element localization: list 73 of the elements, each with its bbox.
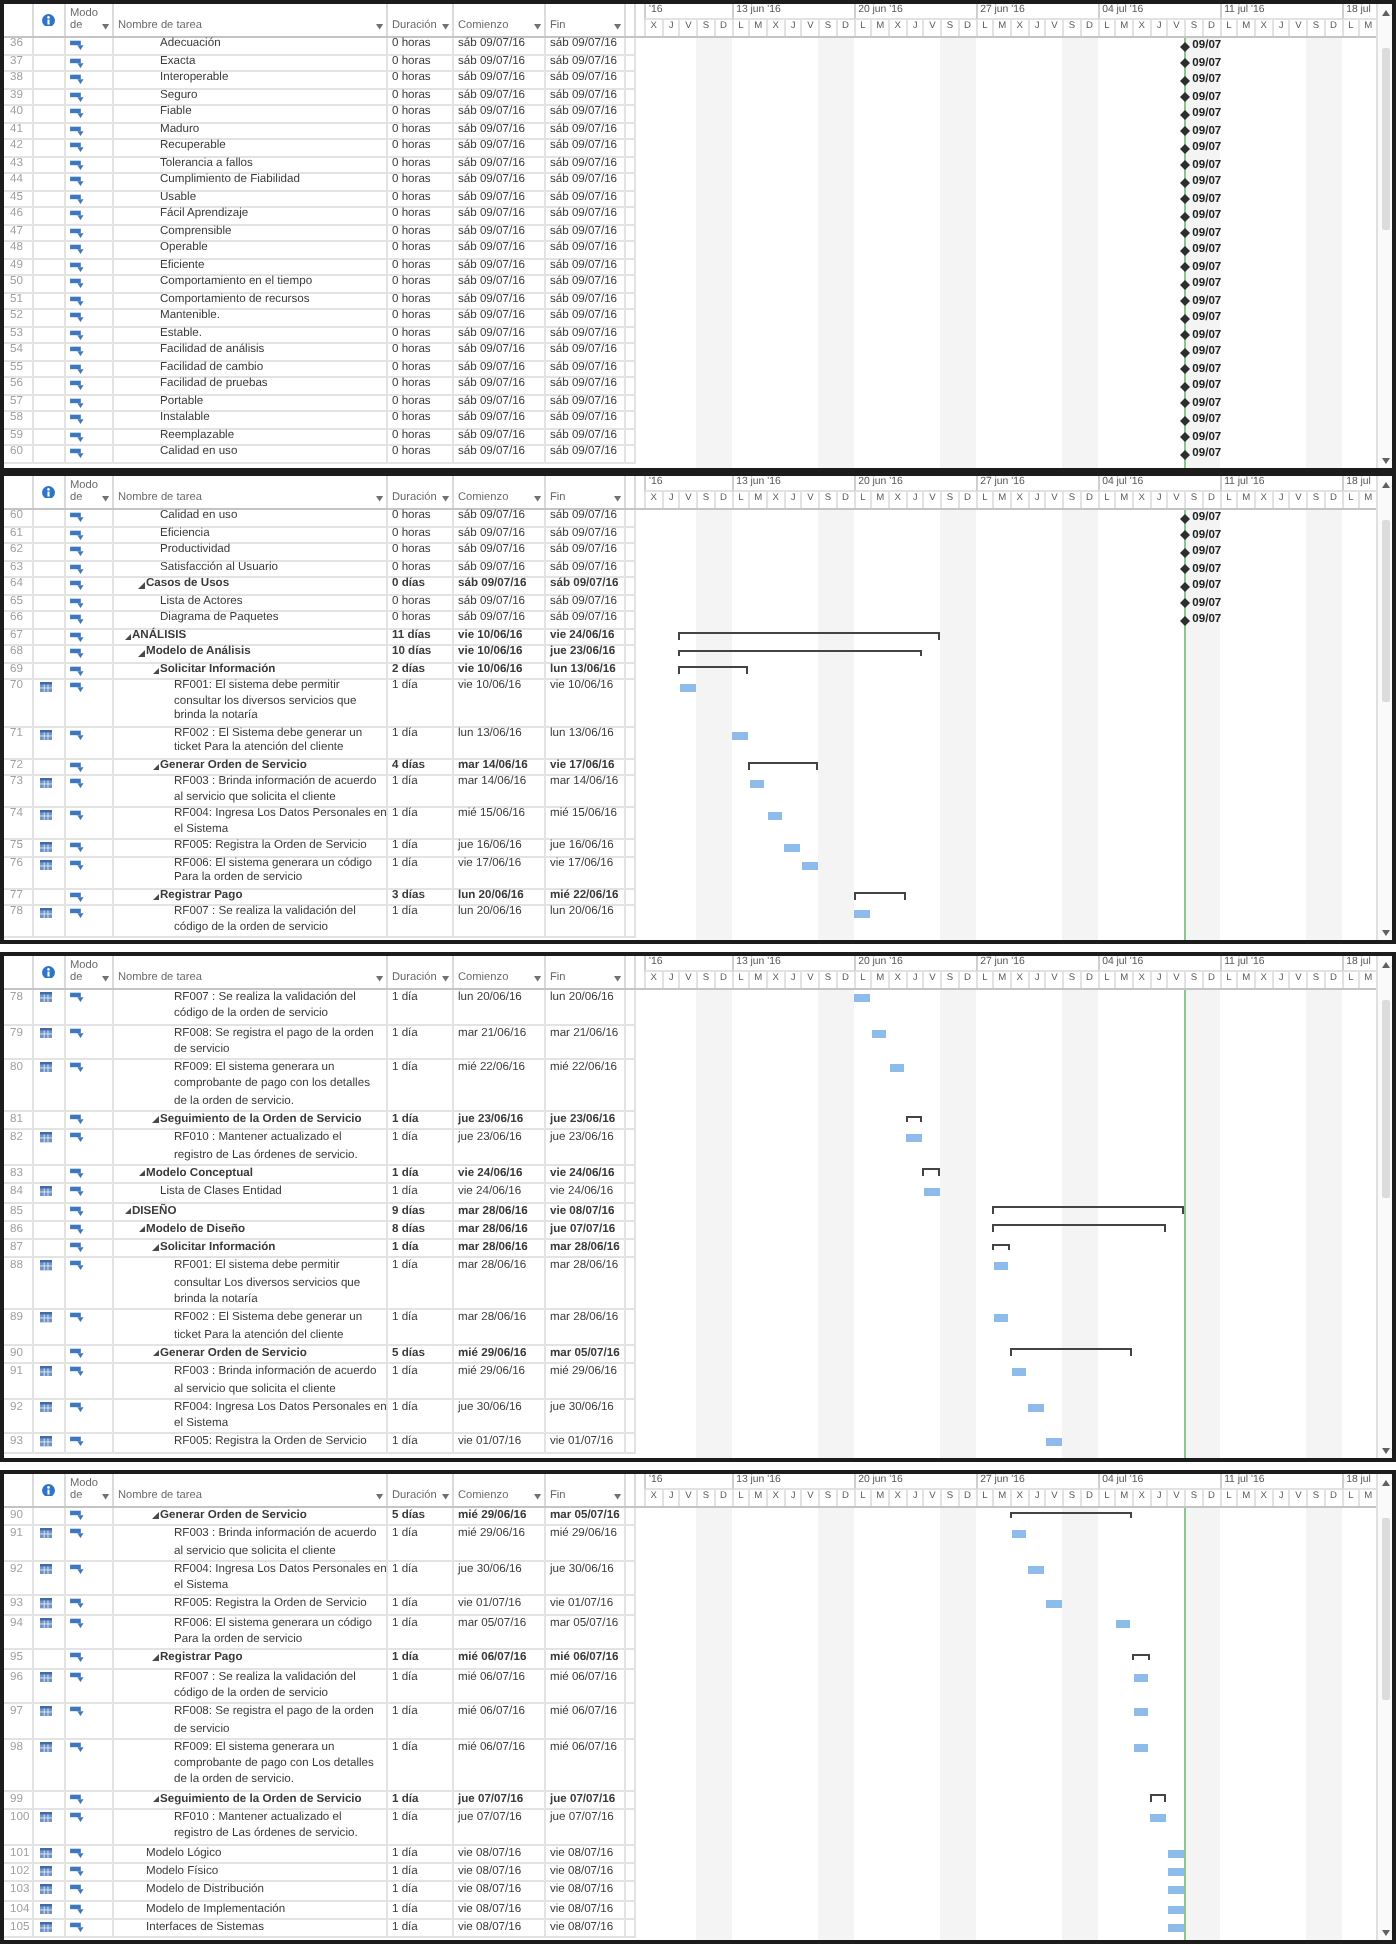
triangle-icon[interactable] (138, 582, 145, 589)
info-icon (42, 13, 56, 27)
scrollbar-thumb[interactable] (1381, 48, 1389, 230)
triangle-icon[interactable] (138, 1169, 145, 1177)
info-icon (42, 485, 56, 499)
scroll-down-button[interactable] (1378, 1924, 1392, 1940)
scrollbar[interactable] (1376, 1474, 1392, 1940)
scrollbar-thumb[interactable] (1381, 1000, 1389, 1199)
dropdown-arrow-icon[interactable] (442, 496, 450, 502)
triangle-icon[interactable] (138, 1225, 145, 1233)
dropdown-arrow-icon[interactable] (614, 1494, 622, 1500)
triangle-icon[interactable] (152, 1349, 159, 1357)
summary-bar[interactable] (1010, 1511, 1132, 1518)
down-arrow-icon[interactable] (1381, 1447, 1389, 1453)
triangle-icon[interactable] (152, 1795, 159, 1803)
triangle-icon[interactable] (152, 1512, 159, 1519)
info-icon (42, 965, 56, 979)
scroll-down-button[interactable] (1378, 452, 1392, 468)
summary-bar[interactable] (992, 1243, 1010, 1251)
down-arrow-icon[interactable] (1381, 1929, 1389, 1935)
dropdown-arrow-icon[interactable] (376, 496, 384, 502)
summary-bar[interactable] (1131, 1653, 1150, 1661)
up-arrow-icon[interactable] (1381, 9, 1389, 15)
dropdown-arrow-icon[interactable] (102, 976, 110, 982)
info-icon (42, 1483, 56, 1497)
summary-bar[interactable] (905, 1115, 923, 1123)
triangle-icon[interactable] (152, 1654, 159, 1662)
up-arrow-icon[interactable] (1381, 961, 1389, 967)
summary-bar[interactable] (748, 762, 819, 769)
scrollbar[interactable] (1376, 956, 1392, 1458)
summary-bar[interactable] (678, 632, 941, 639)
dropdown-arrow-icon[interactable] (534, 976, 542, 982)
down-arrow-icon[interactable] (1381, 929, 1389, 935)
dropdown-arrow-icon[interactable] (442, 24, 450, 30)
dropdown-arrow-icon[interactable] (376, 1494, 384, 1500)
dropdown-arrow-icon[interactable] (102, 1494, 110, 1500)
triangle-icon[interactable] (152, 893, 159, 900)
summary-bar[interactable] (922, 1168, 941, 1176)
scrollbar-thumb[interactable] (1381, 520, 1389, 702)
dropdown-arrow-icon[interactable] (442, 1494, 450, 1500)
summary-bar[interactable] (992, 1206, 1185, 1214)
dropdown-arrow-icon[interactable] (614, 976, 622, 982)
scroll-down-button[interactable] (1378, 924, 1392, 940)
up-arrow-icon[interactable] (1381, 1479, 1389, 1485)
scrollbar[interactable] (1376, 476, 1392, 940)
dropdown-arrow-icon[interactable] (534, 496, 542, 502)
triangle-icon[interactable] (152, 1116, 159, 1124)
scrollbar-thumb[interactable] (1381, 1518, 1389, 1701)
dropdown-arrow-icon[interactable] (376, 24, 384, 30)
summary-bar[interactable] (992, 1224, 1167, 1232)
summary-bar[interactable] (678, 649, 923, 656)
summary-bar[interactable] (1149, 1794, 1167, 1802)
dropdown-arrow-icon[interactable] (534, 24, 542, 30)
dropdown-arrow-icon[interactable] (534, 1494, 542, 1500)
scrollbar[interactable] (1376, 4, 1392, 468)
triangle-icon[interactable] (152, 1244, 159, 1252)
scroll-down-button[interactable] (1378, 1442, 1392, 1458)
triangle-icon[interactable] (138, 650, 145, 657)
triangle-icon[interactable] (152, 763, 159, 770)
triangle-icon[interactable] (124, 633, 131, 640)
dropdown-arrow-icon[interactable] (614, 496, 622, 502)
summary-bar[interactable] (1010, 1348, 1132, 1356)
triangle-icon[interactable] (124, 1207, 131, 1215)
summary-bar[interactable] (853, 892, 906, 899)
up-arrow-icon[interactable] (1381, 481, 1389, 487)
down-arrow-icon[interactable] (1381, 457, 1389, 463)
dropdown-arrow-icon[interactable] (442, 976, 450, 982)
dropdown-arrow-icon[interactable] (376, 976, 384, 982)
summary-bar[interactable] (678, 666, 749, 673)
triangle-icon[interactable] (152, 667, 159, 674)
dropdown-arrow-icon[interactable] (614, 24, 622, 30)
dropdown-arrow-icon[interactable] (102, 496, 110, 502)
dropdown-arrow-icon[interactable] (102, 24, 110, 30)
